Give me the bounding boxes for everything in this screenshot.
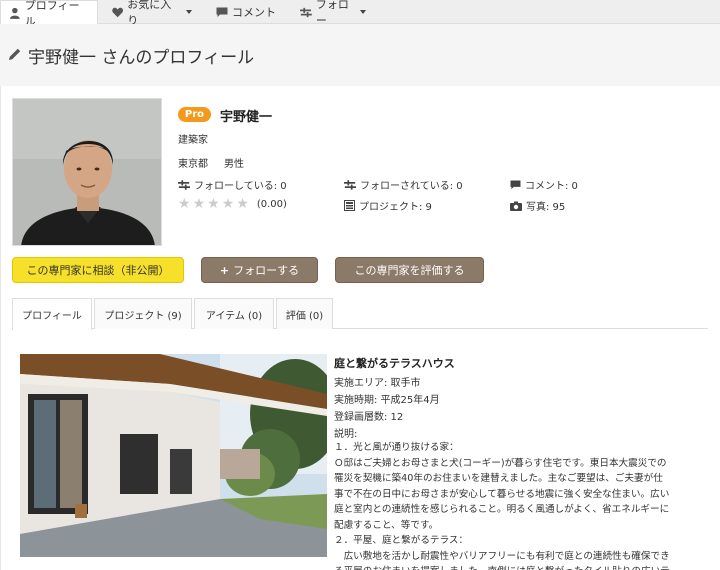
follow-icon	[178, 179, 190, 190]
title-bar: 宇野健一 さんのプロフィール	[0, 24, 720, 88]
tab-projects[interactable]: プロジェクト (9)	[94, 298, 192, 329]
avatar	[12, 98, 162, 246]
follow-button-label: フォローする	[233, 264, 300, 277]
project-area: 実施エリア: 取手市	[334, 378, 421, 389]
nav-tab-profile[interactable]: プロフィール	[0, 0, 98, 28]
follow-icon	[344, 179, 356, 190]
project-description-label: 説明:	[334, 429, 358, 440]
plus-icon: +	[219, 263, 230, 277]
rating-value: (0.00)	[256, 198, 287, 210]
comment-icon	[216, 7, 228, 17]
star-rating: ★ ★ ★ ★ ★ (0.00)	[178, 196, 287, 212]
heart-icon	[112, 7, 124, 17]
star-icon: ★	[221, 196, 235, 212]
person-icon	[9, 7, 20, 19]
project-description: １．光と風が通り抜ける家： Ｏ邸はご夫婦とお母さまと犬(コーギー)が暮らす住宅で…	[334, 442, 670, 570]
star-icon: ★	[178, 196, 191, 212]
comments-count: コメント: 0	[525, 181, 578, 192]
projects-stat[interactable]: プロジェクト: 9	[344, 198, 432, 213]
follow-icon	[300, 7, 312, 17]
nav-tab-favorites[interactable]: お気に入り	[104, 0, 200, 27]
content-tabs: プロフィール プロジェクト (9) アイテム (0) 評価 (0)	[12, 298, 708, 330]
followers-stat[interactable]: フォローされている: 0	[344, 177, 463, 192]
tab-items[interactable]: アイテム (0)	[194, 298, 274, 329]
pro-badge: Pro	[178, 107, 211, 122]
occupation: 建築家	[178, 135, 208, 146]
page-title: 宇野健一 さんのプロフィール	[28, 48, 255, 68]
project-image[interactable]	[20, 354, 327, 557]
star-icon: ★	[207, 196, 220, 212]
evaluate-button[interactable]: この専門家を評価する	[335, 257, 484, 283]
grid-icon	[344, 200, 355, 211]
projects-count: プロジェクト: 9	[359, 202, 432, 213]
tab-reviews[interactable]: 評価 (0)	[276, 298, 333, 329]
nav-tab-comments[interactable]: コメント	[208, 0, 286, 24]
nav-tab-follow[interactable]: フォロー	[292, 0, 374, 27]
star-icon: ★	[236, 196, 249, 212]
following-stat[interactable]: フォローしている: 0	[178, 177, 287, 192]
profile-name: 宇野健一	[220, 110, 273, 125]
follow-button[interactable]: + フォローする	[201, 257, 318, 283]
comments-stat: コメント: 0	[510, 177, 578, 192]
nav-tab-label: コメント	[232, 6, 276, 19]
top-nav: プロフィール お気に入り コメント フォロー	[0, 0, 720, 28]
star-icon: ★	[192, 196, 206, 212]
tab-profile[interactable]: プロフィール	[12, 298, 92, 330]
photos-stat[interactable]: 写真: 95	[510, 198, 565, 213]
pencil-icon	[9, 48, 21, 60]
camera-icon	[510, 201, 522, 211]
project-photo-count: 登録画層数: 12	[334, 412, 404, 423]
followers-count: フォローされている: 0	[360, 181, 463, 192]
project-title[interactable]: 庭と繋がるテラスハウス	[334, 355, 455, 371]
following-count: フォローしている: 0	[194, 181, 287, 192]
consult-button[interactable]: この専門家に相談（非公開）	[12, 257, 184, 283]
gender: 男性	[224, 159, 244, 170]
chevron-down-icon	[186, 10, 192, 14]
location: 東京都	[178, 159, 208, 170]
photos-count: 写真: 95	[526, 202, 566, 213]
chevron-down-icon	[360, 10, 366, 14]
comment-icon	[510, 179, 521, 189]
project-period: 実施時期: 平成25年4月	[334, 395, 440, 406]
